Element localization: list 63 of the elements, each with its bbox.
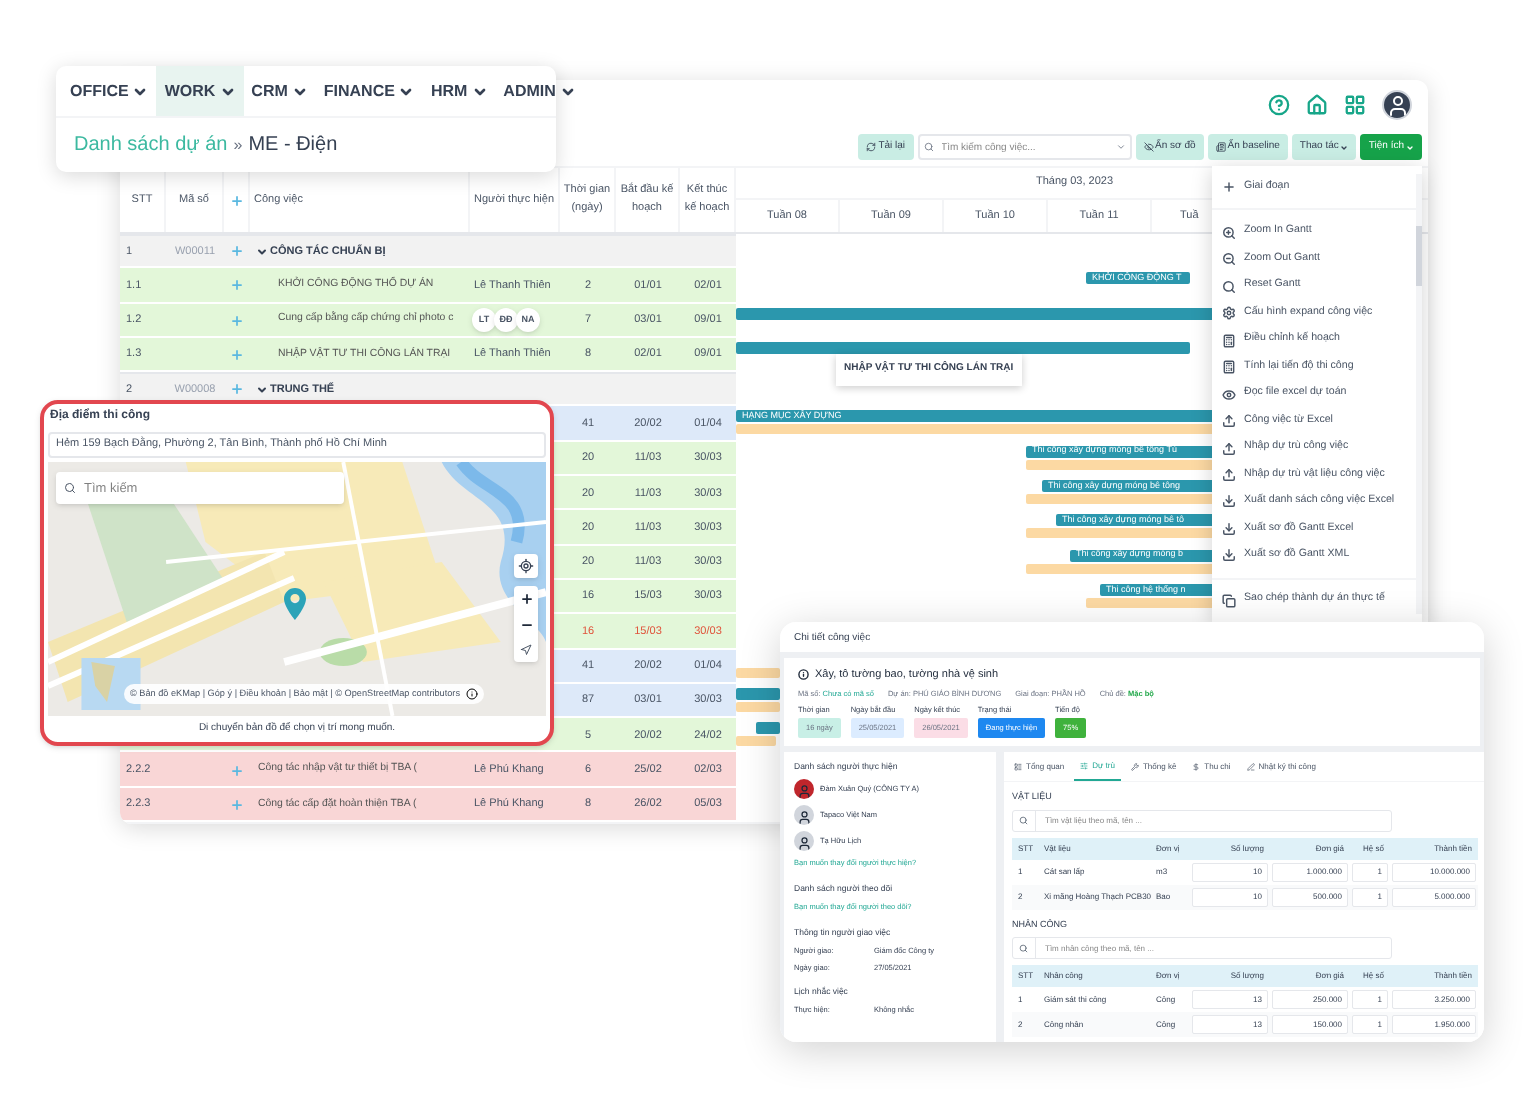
- copy-icon: [1222, 593, 1236, 608]
- apps-grid-icon[interactable]: [1344, 93, 1366, 115]
- locate-button[interactable]: [514, 554, 538, 578]
- upload-icon: [1222, 468, 1236, 482]
- gantt-bar[interactable]: [736, 687, 780, 700]
- info-icon: [798, 668, 809, 680]
- caret-icon: [1340, 143, 1349, 151]
- add-icon[interactable]: [230, 244, 244, 259]
- nav-menu[interactable]: HRM: [422, 66, 496, 116]
- caret-icon: [132, 83, 149, 99]
- download-icon: [1222, 494, 1236, 509]
- person-avatar: [794, 778, 814, 799]
- add-icon[interactable]: [230, 382, 244, 397]
- expand-caret-icon[interactable]: [256, 383, 268, 396]
- help-icon[interactable]: [1268, 93, 1290, 115]
- person-avatar: [794, 804, 814, 825]
- expand-caret-icon[interactable]: [256, 245, 268, 258]
- nav-menu[interactable]: WORK: [156, 66, 244, 116]
- caret-icon: [559, 83, 576, 99]
- calculator-icon: [1222, 360, 1236, 375]
- upload-icon: [1222, 441, 1236, 456]
- info-icon[interactable]: [466, 688, 479, 700]
- eye-icon: [1222, 387, 1236, 402]
- caret-icon: [291, 83, 308, 99]
- zoom-in-icon: [1222, 225, 1236, 240]
- home-icon[interactable]: [1306, 93, 1328, 115]
- person-avatar: [794, 830, 814, 851]
- nav-menu[interactable]: OFFICE: [62, 66, 157, 116]
- add-icon[interactable]: [229, 193, 243, 207]
- gantt-bar[interactable]: [736, 341, 1190, 354]
- zoom-in-icon[interactable]: [519, 592, 533, 606]
- search-icon: [923, 142, 934, 152]
- add-icon[interactable]: [230, 348, 244, 363]
- refresh-icon: [866, 142, 877, 152]
- caret-icon: [1115, 142, 1126, 152]
- plus-icon: [1222, 180, 1236, 195]
- eye-off-icon: [1143, 142, 1154, 152]
- user-avatar[interactable]: [1382, 89, 1412, 119]
- search-icon: [1222, 279, 1236, 294]
- breadcrumb-separator: »: [233, 133, 243, 157]
- search-icon: [64, 482, 76, 494]
- caret-icon: [398, 83, 415, 99]
- zoom-out-icon[interactable]: [519, 618, 533, 632]
- nav-menu[interactable]: CRM: [243, 66, 316, 116]
- upload-icon: [1222, 414, 1236, 429]
- caret-icon: [1406, 143, 1414, 151]
- gantt-bar[interactable]: [736, 307, 1216, 320]
- newspaper-icon: [1215, 142, 1226, 152]
- caret-icon: [471, 83, 488, 99]
- caret-icon: [219, 83, 236, 99]
- zoom-out-icon: [1222, 252, 1236, 267]
- nav-menu[interactable]: FINANCE: [315, 66, 423, 116]
- download-icon: [1222, 548, 1236, 563]
- compass-icon[interactable]: [520, 644, 532, 656]
- download-icon: [1222, 521, 1236, 536]
- nav-menu[interactable]: ADMIN: [495, 66, 584, 116]
- gantt-bar[interactable]: [756, 722, 780, 735]
- calculator-icon: [1222, 333, 1236, 348]
- breadcrumb-current: ME - Điện: [248, 132, 338, 160]
- location-pin-icon: [284, 588, 306, 620]
- add-icon[interactable]: [230, 313, 244, 328]
- add-icon[interactable]: [230, 278, 244, 293]
- settings-icon: [1222, 306, 1236, 321]
